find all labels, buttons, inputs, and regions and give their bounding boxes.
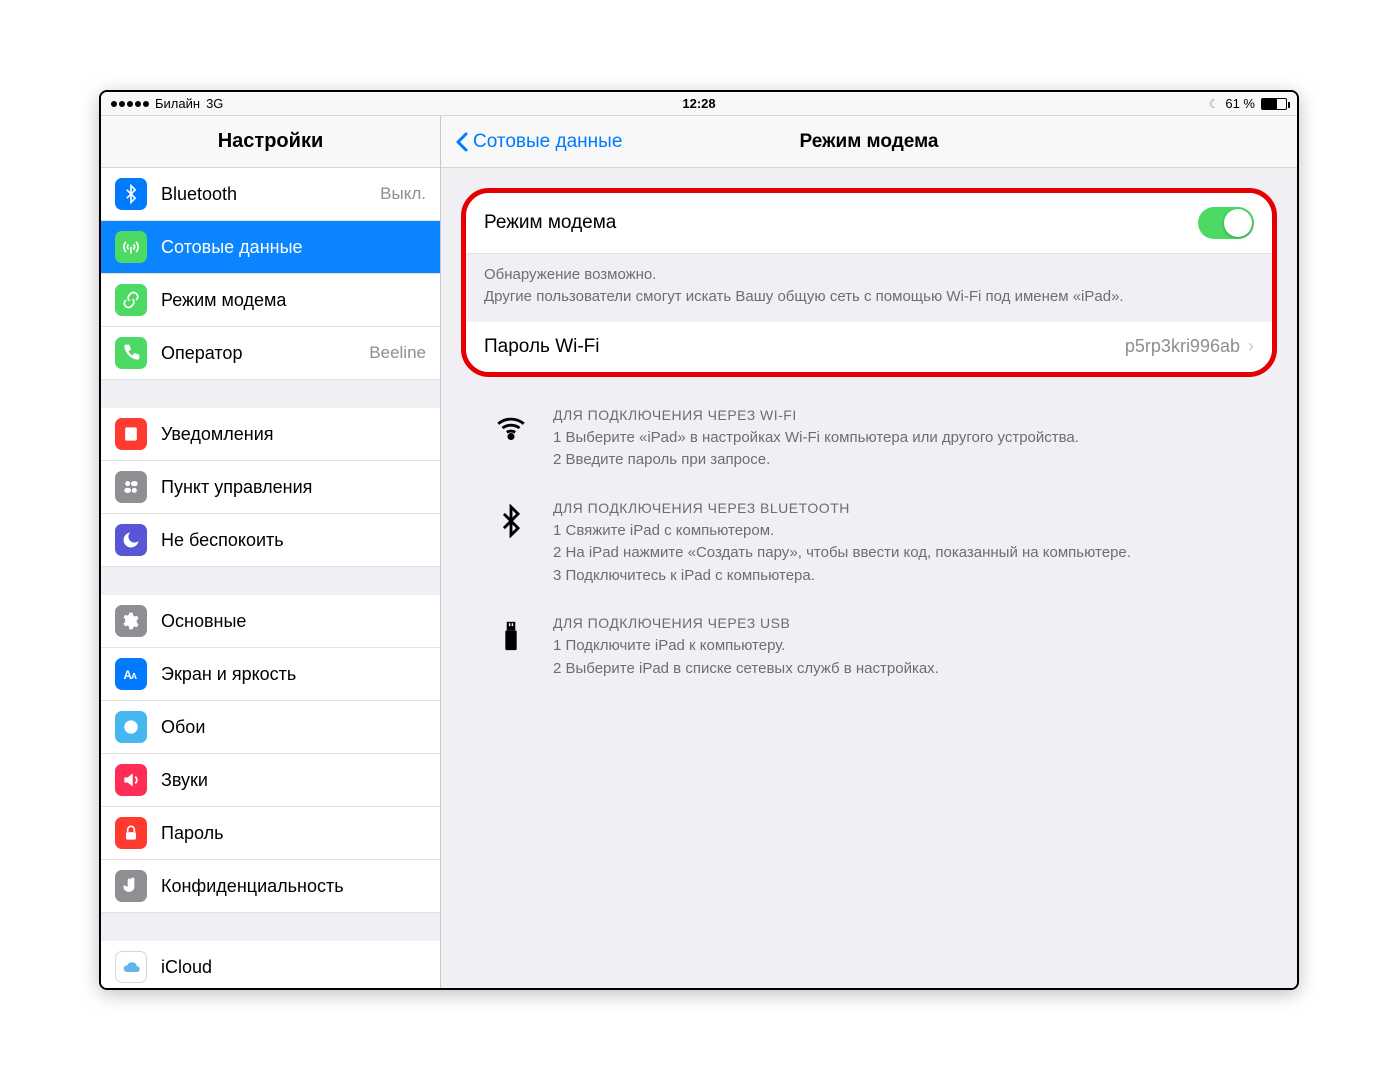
carrier-label: Билайн	[155, 96, 200, 111]
chevron-right-icon: ›	[1248, 336, 1254, 357]
sidebar-title: Настройки	[101, 116, 440, 168]
control-center-icon	[115, 471, 147, 503]
text-size-icon: AA	[115, 658, 147, 690]
password-value: p5rp3kri996ab	[1125, 336, 1240, 357]
usb-icon	[491, 615, 531, 680]
sidebar-item-general[interactable]: Основные	[101, 595, 440, 648]
status-left: Билайн 3G	[111, 96, 223, 111]
wifi-instructions: ДЛЯ ПОДКЛЮЧЕНИЯ ЧЕРЕЗ WI-FI 1 Выберите «…	[461, 397, 1277, 490]
note-line: Обнаружение возможно.	[484, 264, 1254, 286]
ipad-settings-window: Билайн 3G 12:28 ☾ 61 % Настройки Bluetoo…	[99, 90, 1299, 990]
battery-icon	[1261, 98, 1287, 110]
signal-strength-icon	[111, 101, 149, 107]
sidebar-item-value: Beeline	[369, 343, 426, 363]
instruction-step: 1 Подключите iPad к компьютеру.	[553, 635, 939, 658]
hotspot-note: Обнаружение возможно. Другие пользовател…	[466, 254, 1272, 322]
status-time: 12:28	[682, 96, 715, 111]
toggle-label: Режим модема	[484, 212, 616, 234]
status-bar: Билайн 3G 12:28 ☾ 61 %	[101, 92, 1297, 116]
hotspot-toggle-row[interactable]: Режим модема	[466, 193, 1272, 254]
sidebar-item-label: Пароль	[161, 823, 223, 844]
wallpaper-icon	[115, 711, 147, 743]
network-type: 3G	[206, 96, 223, 111]
sidebar-item-carrier[interactable]: Оператор Beeline	[101, 327, 440, 380]
cloud-icon	[115, 951, 147, 983]
sidebar-item-display[interactable]: AA Экран и яркость	[101, 648, 440, 701]
sidebar-item-label: Обои	[161, 717, 205, 738]
bluetooth-icon	[115, 178, 147, 210]
sidebar-item-label: Основные	[161, 611, 246, 632]
instruction-step: 3 Подключитесь к iPad с компьютера.	[553, 565, 1131, 588]
sidebar-item-wallpaper[interactable]: Обои	[101, 701, 440, 754]
instruction-step: 1 Выберите «iPad» в настройках Wi-Fi ком…	[553, 427, 1079, 450]
instruction-step: 2 На iPad нажмите «Создать пару», чтобы …	[553, 542, 1131, 565]
sidebar-item-icloud[interactable]: iCloud	[101, 941, 440, 988]
sidebar-item-label: Сотовые данные	[161, 237, 303, 258]
sidebar-item-control-center[interactable]: Пункт управления	[101, 461, 440, 514]
gear-icon	[115, 605, 147, 637]
sidebar-item-label: Экран и яркость	[161, 664, 296, 685]
battery-percent: 61 %	[1225, 96, 1255, 111]
detail-header: Сотовые данные Режим модема	[441, 116, 1297, 168]
speaker-icon	[115, 764, 147, 796]
detail-title: Режим модема	[800, 131, 939, 153]
moon-icon	[115, 524, 147, 556]
highlighted-section: Режим модема Обнаружение возможно. Други…	[461, 188, 1277, 377]
sidebar-item-label: Bluetooth	[161, 184, 237, 205]
hotspot-switch[interactable]	[1198, 207, 1254, 239]
settings-sidebar: Настройки Bluetooth Выкл. Сотовы	[101, 116, 441, 988]
sidebar-item-sounds[interactable]: Звуки	[101, 754, 440, 807]
sidebar-item-passcode[interactable]: Пароль	[101, 807, 440, 860]
sidebar-item-label: Конфиденциальность	[161, 876, 344, 897]
back-button[interactable]: Сотовые данные	[455, 131, 622, 153]
sidebar-item-hotspot[interactable]: Режим модема	[101, 274, 440, 327]
sidebar-item-label: Не беспокоить	[161, 530, 284, 551]
sidebar-item-label: Пункт управления	[161, 477, 312, 498]
lock-icon	[115, 817, 147, 849]
connection-instructions: ДЛЯ ПОДКЛЮЧЕНИЯ ЧЕРЕЗ WI-FI 1 Выберите «…	[461, 397, 1277, 699]
instruction-step: 2 Выберите iPad в списке сетевых служб в…	[553, 658, 939, 681]
dnd-moon-icon: ☾	[1209, 97, 1220, 111]
sidebar-item-label: Уведомления	[161, 424, 274, 445]
back-label: Сотовые данные	[473, 131, 622, 153]
sidebar-item-label: Оператор	[161, 343, 242, 364]
sidebar-item-cellular[interactable]: Сотовые данные	[101, 221, 440, 274]
bluetooth-icon	[491, 500, 531, 588]
detail-body[interactable]: Режим модема Обнаружение возможно. Други…	[441, 168, 1297, 988]
note-line: Другие пользователи смогут искать Вашу о…	[484, 286, 1254, 308]
password-label: Пароль Wi-Fi	[484, 336, 600, 358]
status-right: ☾ 61 %	[1209, 96, 1287, 111]
link-icon	[115, 284, 147, 316]
sidebar-item-notifications[interactable]: Уведомления	[101, 408, 440, 461]
notifications-icon	[115, 418, 147, 450]
sidebar-item-bluetooth[interactable]: Bluetooth Выкл.	[101, 168, 440, 221]
usb-instructions: ДЛЯ ПОДКЛЮЧЕНИЯ ЧЕРЕЗ USB 1 Подключите i…	[461, 605, 1277, 698]
sidebar-item-label: Звуки	[161, 770, 208, 791]
wifi-icon	[491, 407, 531, 472]
antenna-icon	[115, 231, 147, 263]
sidebar-item-value: Выкл.	[380, 184, 426, 204]
hand-icon	[115, 870, 147, 902]
instruction-step: 1 Свяжите iPad с компьютером.	[553, 520, 1131, 543]
sidebar-item-dnd[interactable]: Не беспокоить	[101, 514, 440, 567]
sidebar-item-label: Режим модема	[161, 290, 286, 311]
sidebar-list[interactable]: Bluetooth Выкл. Сотовые данные Режим м	[101, 168, 440, 988]
svg-text:A: A	[131, 671, 137, 681]
sidebar-item-label: iCloud	[161, 957, 212, 978]
phone-icon	[115, 337, 147, 369]
bluetooth-instructions: ДЛЯ ПОДКЛЮЧЕНИЯ ЧЕРЕЗ BLUETOOTH 1 Свяжит…	[461, 490, 1277, 606]
instruction-heading: ДЛЯ ПОДКЛЮЧЕНИЯ ЧЕРЕЗ BLUETOOTH	[553, 500, 1131, 516]
instruction-heading: ДЛЯ ПОДКЛЮЧЕНИЯ ЧЕРЕЗ USB	[553, 615, 939, 631]
wifi-password-row[interactable]: Пароль Wi-Fi p5rp3kri996ab ›	[466, 322, 1272, 372]
instruction-step: 2 Введите пароль при запросе.	[553, 449, 1079, 472]
detail-pane: Сотовые данные Режим модема Режим модема…	[441, 116, 1297, 988]
sidebar-item-privacy[interactable]: Конфиденциальность	[101, 860, 440, 913]
instruction-heading: ДЛЯ ПОДКЛЮЧЕНИЯ ЧЕРЕЗ WI-FI	[553, 407, 1079, 423]
